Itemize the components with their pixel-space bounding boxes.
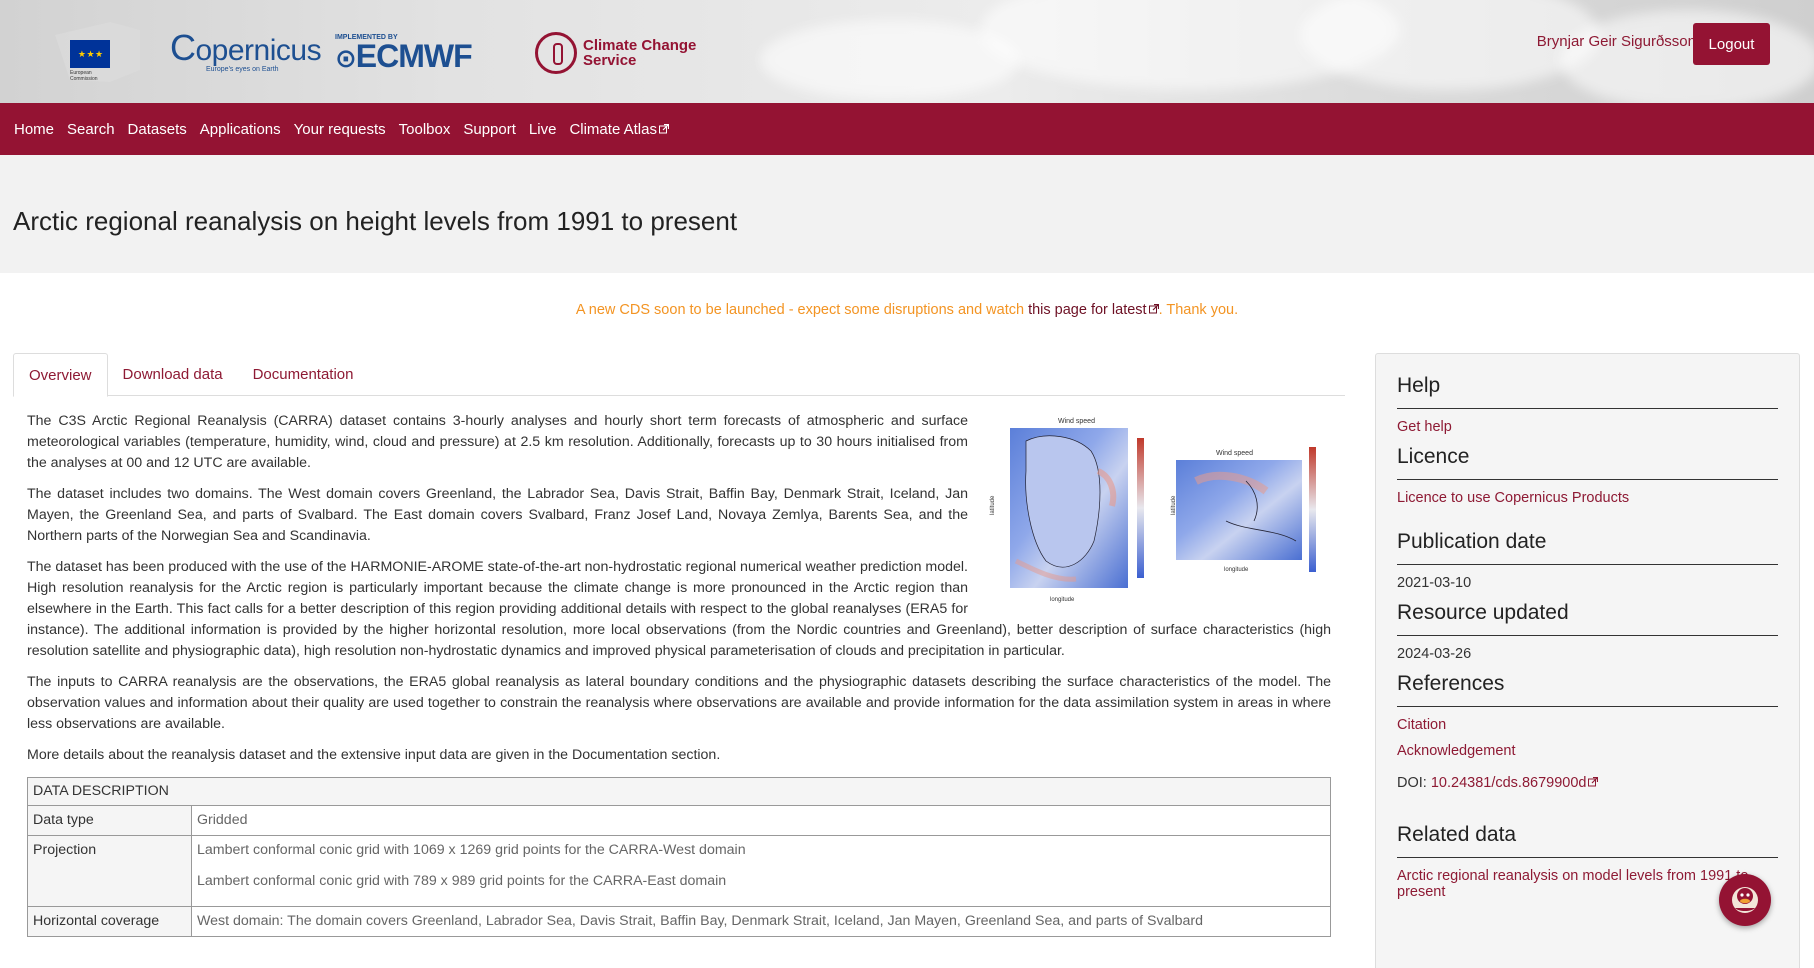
right-map-ylabel: latitude — [1171, 495, 1177, 515]
licence-link[interactable]: Licence to use Copernicus Products — [1397, 490, 1778, 506]
external-link-icon — [658, 124, 669, 134]
resource-updated-heading: Resource updated — [1397, 601, 1778, 636]
doi-link[interactable]: 10.24381/cds.8679900d — [1431, 775, 1599, 791]
table-row: Projection Lambert conformal conic grid … — [27, 835, 1331, 907]
copernicus-logo[interactable]: Copernicus Europe's eyes on Earth — [170, 30, 322, 74]
help-heading: Help — [1397, 374, 1778, 409]
publication-date-value: 2021-03-10 — [1397, 575, 1472, 591]
citation-link[interactable]: Citation — [1397, 717, 1778, 733]
launch-notice: A new CDS soon to be launched - expect s… — [0, 302, 1814, 318]
table-value-line: Lambert conformal conic grid with 1069 x… — [197, 842, 746, 858]
get-help-link[interactable]: Get help — [1397, 419, 1778, 435]
main-navbar: Home Search Datasets Applications Your r… — [0, 103, 1814, 155]
table-header: DATA DESCRIPTION — [27, 777, 1331, 806]
nav-search[interactable]: Search — [67, 121, 115, 138]
left-map-xlabel: longitude — [1050, 597, 1075, 603]
duck-mascot-icon — [1732, 887, 1758, 913]
nav-support[interactable]: Support — [463, 121, 516, 138]
nav-applications[interactable]: Applications — [200, 121, 281, 138]
nav-your-requests[interactable]: Your requests — [294, 121, 386, 138]
acknowledgement-link[interactable]: Acknowledgement — [1397, 743, 1778, 759]
ecmwf-logo-text: ECMWF — [355, 37, 473, 74]
table-key: Projection — [27, 835, 192, 907]
tab-download-data[interactable]: Download data — [108, 353, 238, 396]
page-title: Arctic regional reanalysis on height lev… — [13, 206, 738, 236]
overview-figure: Wind speed latitude longitude Wind speed… — [986, 411, 1331, 606]
table-row: Data type Gridded — [27, 805, 1331, 836]
resource-updated-value: 2024-03-26 — [1397, 646, 1472, 662]
title-band: Arctic regional reanalysis on height lev… — [0, 155, 1814, 273]
table-value: Lambert conformal conic grid with 1069 x… — [191, 835, 1331, 907]
right-map-title: Wind speed — [1216, 450, 1253, 457]
nav-toolbox[interactable]: Toolbox — [399, 121, 451, 138]
copernicus-logo-text: opernicus — [195, 34, 322, 67]
user-name-link[interactable]: Brynjar Geir Sigurðsson — [1537, 33, 1696, 50]
table-key: Data type — [27, 805, 192, 836]
dataset-tabs: Overview Download data Documentation — [13, 353, 1345, 397]
nav-datasets[interactable]: Datasets — [128, 121, 187, 138]
left-map-ylabel: latitude — [990, 495, 996, 515]
external-link-icon — [1148, 304, 1159, 314]
table-value: Gridded — [191, 805, 1331, 836]
notice-link[interactable]: this page for latest — [1028, 302, 1159, 318]
nav-live[interactable]: Live — [529, 121, 557, 138]
right-map-xlabel: longitude — [1224, 567, 1249, 573]
eu-flag-icon: ★ ★ ★ — [70, 40, 110, 68]
nav-climate-atlas[interactable]: Climate Atlas — [569, 121, 669, 138]
table-value: West domain: The domain covers Greenland… — [191, 906, 1331, 937]
logout-button[interactable]: Logout — [1693, 23, 1770, 65]
copernicus-tagline: Europe's eyes on Earth — [206, 66, 279, 73]
table-value-line: Lambert conformal conic grid with 789 x … — [197, 873, 727, 889]
doi-line: DOI: 10.24381/cds.8679900d — [1397, 775, 1778, 791]
c3s-logo[interactable]: Climate Change Service — [535, 32, 696, 74]
c3s-logo-line2: Service — [583, 52, 637, 69]
related-data-heading: Related data — [1397, 823, 1778, 858]
overview-paragraph: More details about the reanalysis datase… — [27, 747, 721, 763]
eu-logo-text: European Commission — [70, 70, 98, 82]
licence-heading: Licence — [1397, 445, 1778, 480]
data-description-table: DATA DESCRIPTION Data type Gridded Proje… — [27, 777, 1331, 937]
notice-prefix: A new CDS soon to be launched - expect s… — [575, 302, 1029, 318]
header-banner: ★ ★ ★ European Commission Copernicus Eur… — [0, 0, 1814, 103]
table-key: Horizontal coverage — [27, 906, 192, 937]
nav-home[interactable]: Home — [14, 121, 54, 138]
chat-assistant-button[interactable] — [1719, 874, 1771, 926]
ecmwf-logo[interactable]: IMPLEMENTED BY ⊙ECMWF — [335, 34, 505, 73]
nav-climate-atlas-label: Climate Atlas — [569, 120, 657, 138]
table-row: Horizontal coverage West domain: The dom… — [27, 906, 1331, 937]
doi-label: DOI: — [1397, 775, 1431, 791]
partner-logos: ★ ★ ★ European Commission Copernicus Eur… — [50, 18, 696, 88]
notice-suffix: . Thank you. — [1158, 302, 1239, 318]
c3s-logo-line1: Climate Change — [583, 37, 697, 54]
wind-speed-maps-image: Wind speed latitude longitude Wind speed… — [990, 418, 1316, 603]
references-heading: References — [1397, 672, 1778, 707]
eu-logo[interactable]: ★ ★ ★ European Commission — [50, 20, 140, 86]
tab-documentation[interactable]: Documentation — [238, 353, 369, 396]
external-link-icon — [1588, 777, 1599, 787]
left-map-title: Wind speed — [1058, 418, 1095, 425]
thermometer-icon — [535, 32, 577, 74]
tab-overview[interactable]: Overview — [13, 353, 108, 397]
overview-paragraph: The inputs to CARRA reanalysis are the o… — [27, 674, 1331, 732]
overview-content: Wind speed latitude longitude Wind speed… — [27, 411, 1331, 937]
publication-date-heading: Publication date — [1397, 530, 1778, 565]
